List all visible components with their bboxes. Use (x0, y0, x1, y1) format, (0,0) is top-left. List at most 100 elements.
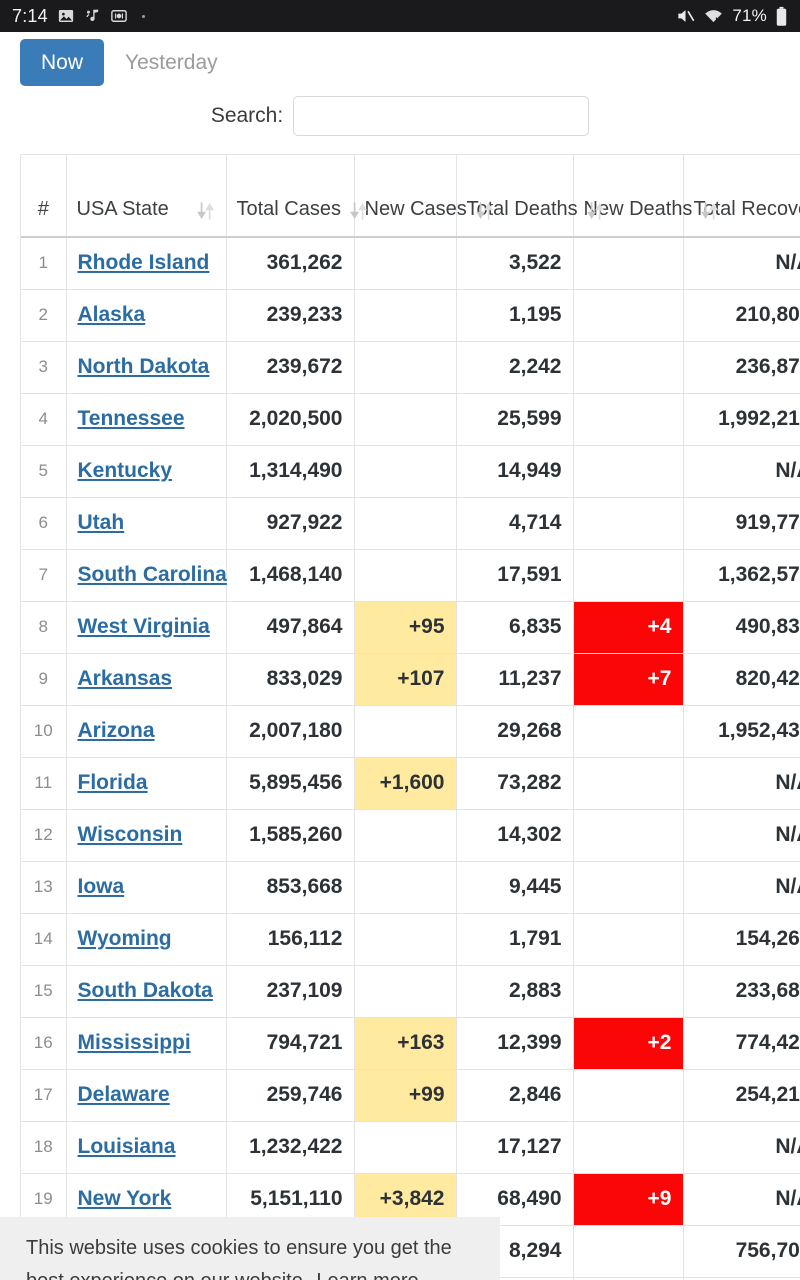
table-row: 17 Delaware 259,746+992,846 254,219 (21, 1069, 800, 1122)
row-index: 7 (21, 549, 67, 602)
total-cases-cell: 2,007,180 (226, 705, 355, 758)
total-cases-cell: 1,314,490 (226, 445, 355, 498)
row-index: 12 (21, 809, 67, 862)
row-index: 13 (21, 861, 67, 914)
table-row: 2 Alaska 239,233 1,195 210,807 (21, 289, 800, 342)
music-note-icon (84, 7, 101, 25)
row-index: 4 (21, 393, 67, 446)
table-row: 15 South Dakota 237,109 2,883 233,689 (21, 965, 800, 1018)
state-link[interactable]: Arkansas (78, 667, 173, 690)
tab-yesterday[interactable]: Yesterday (104, 39, 239, 86)
total-recovered-cell: 919,779 (683, 497, 800, 550)
sort-both-arrows-icon[interactable] (196, 200, 216, 222)
state-link[interactable]: Rhode Island (78, 251, 210, 274)
table-row: 13 Iowa 853,668 9,445 N/A (21, 861, 800, 914)
new-cases-cell: +163 (354, 1017, 457, 1070)
total-recovered-cell: 236,878 (683, 341, 800, 394)
total-cases-cell: 237,109 (226, 965, 355, 1018)
new-cases-cell (354, 705, 457, 758)
total-recovered-cell: 233,689 (683, 965, 800, 1018)
state-name-cell: Arkansas (66, 653, 227, 706)
new-deaths-cell (573, 861, 684, 914)
total-cases-cell: 239,233 (226, 289, 355, 342)
new-cases-cell (354, 809, 457, 862)
new-deaths-cell (573, 497, 684, 550)
state-link[interactable]: South Carolina (78, 563, 227, 586)
total-cases-cell: 2,020,500 (226, 393, 355, 446)
sort-both-arrows-icon[interactable] (700, 200, 720, 222)
total-cases-cell: 794,721 (226, 1017, 355, 1070)
screen-record-icon (110, 7, 128, 25)
total-deaths-cell: 2,242 (456, 341, 574, 394)
total-cases-cell: 5,895,456 (226, 757, 355, 810)
new-cases-cell (354, 913, 457, 966)
state-name-cell: Rhode Island (66, 237, 227, 290)
sort-both-arrows-icon[interactable] (475, 200, 495, 222)
state-link[interactable]: Wyoming (78, 927, 172, 950)
total-recovered-cell: N/A (683, 757, 800, 810)
state-link[interactable]: Tennessee (78, 407, 185, 430)
total-recovered-cell: 210,807 (683, 289, 800, 342)
dot-icon (141, 14, 145, 18)
total-recovered-cell: N/A (683, 1121, 800, 1174)
column-header-state-label: USA State (76, 198, 169, 220)
table-header: # USA State Total Cases New Cases Total … (21, 155, 800, 238)
total-recovered-cell: 1,362,572 (683, 549, 800, 602)
state-link[interactable]: Delaware (78, 1083, 170, 1106)
state-link[interactable]: Wisconsin (78, 823, 183, 846)
state-link[interactable]: Louisiana (78, 1135, 176, 1158)
total-deaths-cell: 12,399 (456, 1017, 574, 1070)
table-row: 14 Wyoming 156,112 1,791 154,262 (21, 913, 800, 966)
column-header-new-cases[interactable]: New Cases (354, 155, 493, 238)
search-input[interactable] (293, 96, 590, 136)
total-recovered-cell: 490,838 (683, 601, 800, 654)
new-cases-cell: +1,600 (354, 757, 457, 810)
column-header-new-deaths[interactable]: New Deaths (573, 155, 719, 238)
row-index: 10 (21, 705, 67, 758)
covid-table-container: # USA State Total Cases New Cases Total … (20, 154, 800, 1280)
column-header-total-cases[interactable]: Total Cases (226, 155, 368, 238)
state-name-cell: North Dakota (66, 341, 227, 394)
total-recovered-cell: 254,219 (683, 1069, 800, 1122)
new-deaths-cell (573, 809, 684, 862)
state-name-cell: Wisconsin (66, 809, 227, 862)
new-cases-cell: +107 (354, 653, 457, 706)
row-index: 14 (21, 913, 67, 966)
total-recovered-cell: N/A (683, 237, 800, 290)
state-link[interactable]: West Virginia (78, 615, 210, 638)
covid-stats-table: # USA State Total Cases New Cases Total … (21, 155, 800, 1280)
total-cases-cell: 239,672 (226, 341, 355, 394)
cookie-learn-more-link[interactable]: Learn more (316, 1270, 418, 1280)
search-label: Search: (210, 104, 284, 127)
state-link[interactable]: Mississippi (78, 1031, 191, 1054)
search-row: Search: (0, 84, 800, 148)
state-link[interactable]: South Dakota (78, 979, 213, 1002)
state-link[interactable]: New York (78, 1187, 172, 1210)
total-deaths-cell: 17,127 (456, 1121, 574, 1174)
tab-now[interactable]: Now (20, 38, 105, 86)
total-deaths-cell: 11,237 (456, 653, 574, 706)
new-cases-cell (354, 965, 457, 1018)
state-link[interactable]: Florida (78, 771, 148, 794)
column-header-total-recovered[interactable]: Total Recovered (683, 155, 800, 238)
new-deaths-cell (573, 393, 684, 446)
state-link[interactable]: Alaska (78, 303, 146, 326)
state-link[interactable]: Kentucky (78, 459, 173, 482)
row-index: 1 (21, 237, 67, 290)
column-header-total-cases-label: Total Cases (236, 198, 342, 220)
new-deaths-cell: +7 (573, 653, 684, 706)
sort-both-arrows-icon[interactable] (349, 200, 369, 222)
sort-both-arrows-icon[interactable] (586, 200, 606, 222)
row-index: 18 (21, 1121, 67, 1174)
total-cases-cell: 361,262 (226, 237, 355, 290)
state-link[interactable]: Arizona (78, 719, 155, 742)
row-index: 17 (21, 1069, 67, 1122)
state-link[interactable]: Utah (78, 511, 125, 534)
total-cases-cell: 1,468,140 (226, 549, 355, 602)
column-header-total-deaths[interactable]: Total Deaths (456, 155, 604, 238)
new-cases-cell (354, 341, 457, 394)
state-link[interactable]: North Dakota (78, 355, 210, 378)
state-link[interactable]: Iowa (78, 875, 125, 898)
total-recovered-cell: N/A (683, 809, 800, 862)
column-header-state[interactable]: USA State (66, 155, 227, 238)
